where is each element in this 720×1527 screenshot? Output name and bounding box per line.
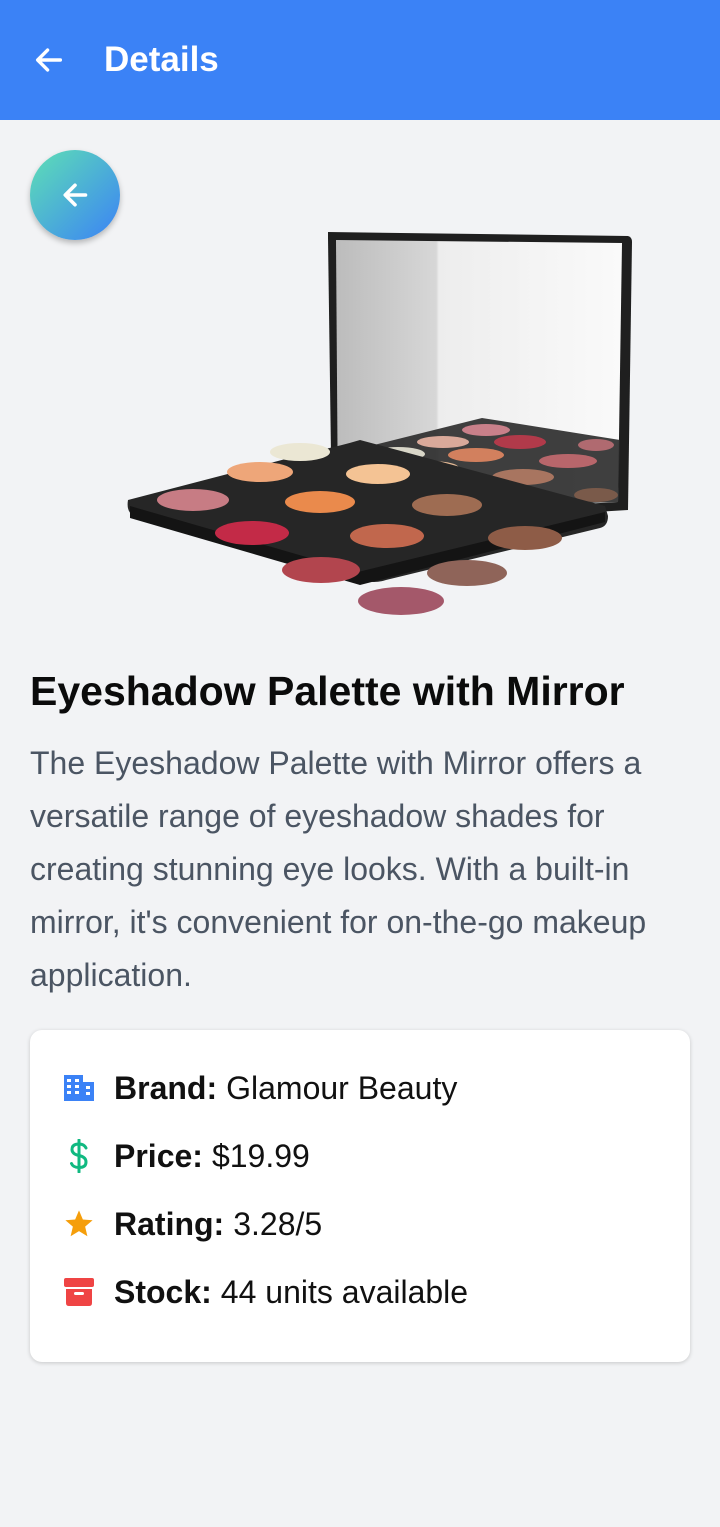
app-bar: Details: [0, 0, 720, 120]
archive-box-icon: [62, 1275, 96, 1309]
brand-label: Brand:: [114, 1069, 218, 1106]
rating-value: 3.28/5: [233, 1205, 323, 1242]
stock-label: Stock:: [114, 1273, 212, 1310]
price-label: Price:: [114, 1137, 203, 1174]
page-title: Details: [104, 40, 219, 79]
star-icon: [62, 1207, 96, 1241]
appbar-back-button[interactable]: [29, 40, 69, 80]
building-icon: [62, 1071, 96, 1105]
product-details-card: Brand: Glamour Beauty Price: $19.99 Rati…: [30, 1030, 690, 1362]
product-image: [127, 232, 632, 615]
floating-back-button[interactable]: [30, 150, 120, 240]
detail-row-rating: Rating: 3.28/5: [62, 1199, 322, 1249]
detail-row-stock: Stock: 44 units available: [62, 1267, 468, 1317]
detail-row-brand: Brand: Glamour Beauty: [62, 1063, 457, 1113]
detail-row-price: Price: $19.99: [62, 1131, 310, 1181]
arrow-left-icon: [35, 48, 63, 72]
stock-value: 44 units available: [220, 1273, 469, 1310]
rating-label: Rating:: [114, 1205, 225, 1242]
brand-value: Glamour Beauty: [226, 1069, 458, 1106]
product-title: Eyeshadow Palette with Mirror: [30, 668, 625, 714]
price-value: $19.99: [211, 1137, 310, 1174]
arrow-left-icon: [63, 183, 88, 207]
details-content: Eyeshadow Palette with Mirror The Eyesha…: [0, 120, 720, 1527]
dollar-icon: [62, 1139, 96, 1173]
product-description: The Eyeshadow Palette with Mirror offers…: [30, 745, 647, 993]
